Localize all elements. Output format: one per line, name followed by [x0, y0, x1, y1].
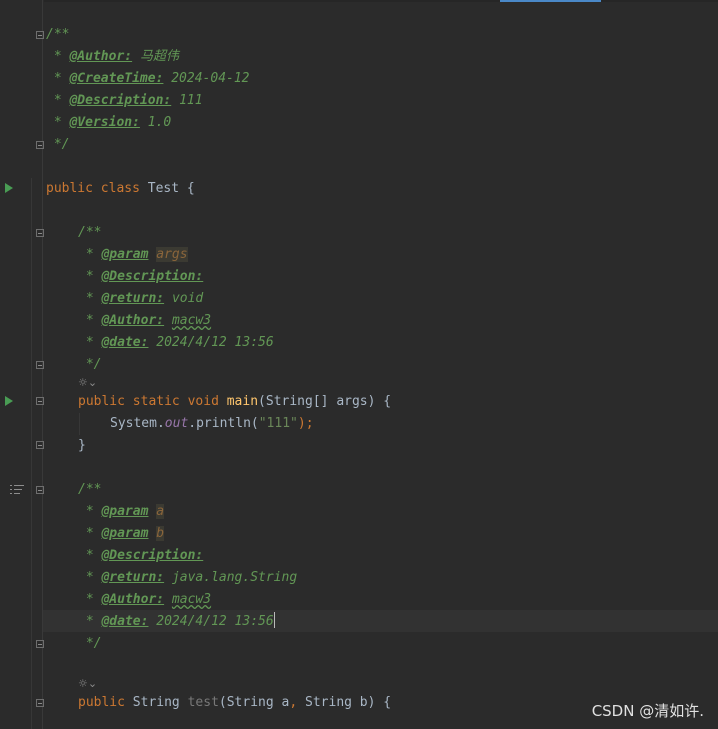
code-line[interactable]: */: [78, 354, 102, 376]
code-line[interactable]: */: [46, 134, 70, 156]
fold-toggle-icon[interactable]: [36, 229, 44, 237]
run-class-icon[interactable]: [5, 183, 13, 193]
code-line[interactable]: * @Author: 马超伟: [46, 46, 179, 68]
code-line[interactable]: * @CreateTime: 2024-04-12: [46, 68, 250, 90]
code-line[interactable]: public String test(String a, String b) {: [78, 692, 391, 714]
code-line[interactable]: * @date: 2024/4/12 13:56: [78, 332, 274, 354]
method-indent-guide: [79, 413, 80, 435]
code-line[interactable]: /**: [46, 24, 69, 46]
code-line[interactable]: * @return: void: [78, 288, 203, 310]
fold-toggle-icon[interactable]: [36, 361, 44, 369]
code-line[interactable]: * @Version: 1.0: [46, 112, 171, 134]
implemented-lines-icon[interactable]: [10, 484, 24, 496]
code-line[interactable]: /**: [78, 479, 101, 501]
code-line[interactable]: }: [78, 435, 86, 457]
class-indent-guide: [31, 178, 32, 729]
fold-toggle-icon[interactable]: [36, 486, 44, 494]
fold-toggle-icon[interactable]: [36, 441, 44, 449]
text-caret: [273, 612, 275, 628]
inlay-hint-icon[interactable]: ☼⌄: [78, 677, 97, 690]
fold-toggle-icon[interactable]: [36, 31, 44, 39]
code-line[interactable]: * @return: java.lang.String: [78, 567, 297, 589]
code-line[interactable]: * @Description: 111: [46, 90, 203, 112]
run-main-icon[interactable]: [5, 396, 13, 406]
code-line[interactable]: * @Description:: [78, 545, 203, 567]
code-line[interactable]: */: [78, 633, 102, 655]
code-line[interactable]: * @Author: macw3: [78, 589, 211, 611]
watermark: CSDN @清如许.: [591, 702, 704, 720]
code-line[interactable]: * @date: 2024/4/12 13:56: [78, 611, 275, 633]
top-border: [0, 0, 718, 2]
fold-toggle-icon[interactable]: [36, 397, 44, 405]
fold-toggle-icon[interactable]: [36, 141, 44, 149]
inlay-hint-icon[interactable]: ☼⌄: [78, 376, 97, 389]
code-line[interactable]: * @param a: [78, 501, 165, 523]
code-line[interactable]: * @Author: macw3: [78, 310, 211, 332]
code-line[interactable]: public static void main(String[] args) {: [78, 391, 391, 413]
code-line[interactable]: /**: [78, 222, 101, 244]
fold-toggle-icon[interactable]: [36, 640, 44, 648]
code-line[interactable]: public class Test {: [46, 178, 195, 200]
code-line[interactable]: System.out.println("111");: [110, 413, 314, 435]
fold-toggle-icon[interactable]: [36, 699, 44, 707]
code-line[interactable]: * @param b: [78, 523, 165, 545]
code-line[interactable]: * @Description:: [78, 266, 203, 288]
active-tab-indicator: [500, 0, 601, 2]
code-line[interactable]: * @param args: [78, 244, 188, 266]
